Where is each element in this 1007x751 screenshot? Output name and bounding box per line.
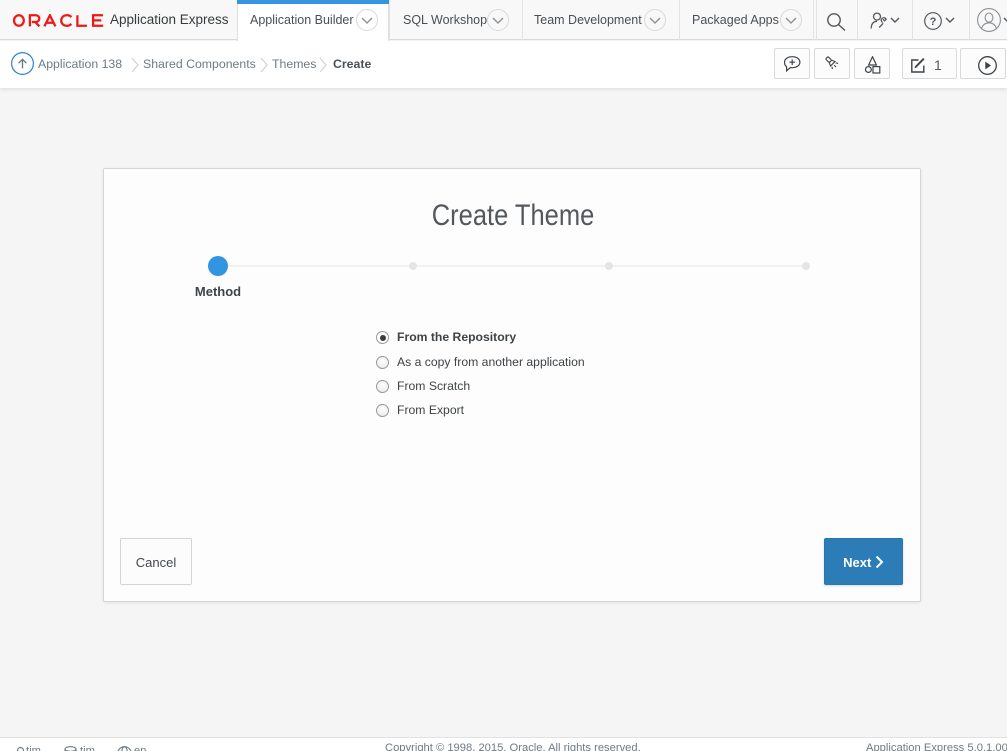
svg-text:?: ? xyxy=(930,16,937,28)
